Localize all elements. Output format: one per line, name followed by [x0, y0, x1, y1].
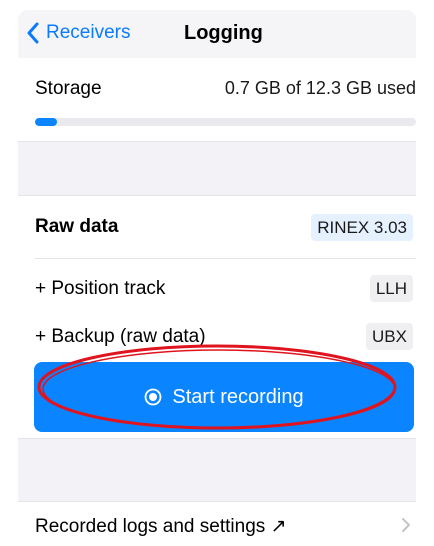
- position-track-format-badge[interactable]: LLH: [369, 275, 413, 302]
- section-separator: [18, 141, 416, 196]
- section-separator: [18, 438, 416, 502]
- chevron-right-icon: [402, 518, 410, 532]
- raw-data-row[interactable]: Raw data RINEX 3.03: [18, 202, 416, 250]
- navigation-bar: Receivers Logging: [18, 10, 416, 58]
- position-track-row[interactable]: + Position track LLH: [18, 268, 416, 308]
- position-track-label: + Position track: [35, 278, 166, 299]
- recorded-logs-label: Recorded logs and settings ↗: [35, 516, 287, 537]
- back-button-label: Receivers: [46, 22, 131, 43]
- screen: Receivers Logging Storage 0.7 GB of 12.3…: [18, 10, 416, 546]
- back-button[interactable]: Receivers: [26, 20, 130, 46]
- divider: [35, 258, 416, 259]
- backup-row[interactable]: + Backup (raw data) UBX: [18, 316, 416, 356]
- record-icon: [144, 388, 162, 406]
- raw-data-format-badge[interactable]: RINEX 3.03: [311, 214, 413, 241]
- backup-label: + Backup (raw data): [35, 326, 206, 347]
- storage-progress-fill: [35, 118, 57, 126]
- storage-row: Storage 0.7 GB of 12.3 GB used: [18, 68, 416, 108]
- storage-progress-bar: [35, 118, 416, 126]
- storage-label: Storage: [35, 78, 102, 99]
- backup-format-badge[interactable]: UBX: [366, 323, 413, 350]
- recorded-logs-row[interactable]: Recorded logs and settings ↗: [18, 501, 416, 546]
- storage-value: 0.7 GB of 12.3 GB used: [224, 78, 416, 98]
- raw-data-label: Raw data: [35, 216, 119, 237]
- start-recording-button[interactable]: Start recording: [34, 362, 414, 432]
- chevron-left-icon: [27, 22, 39, 44]
- start-recording-label: Start recording: [172, 385, 304, 408]
- page-title: Logging: [184, 22, 263, 44]
